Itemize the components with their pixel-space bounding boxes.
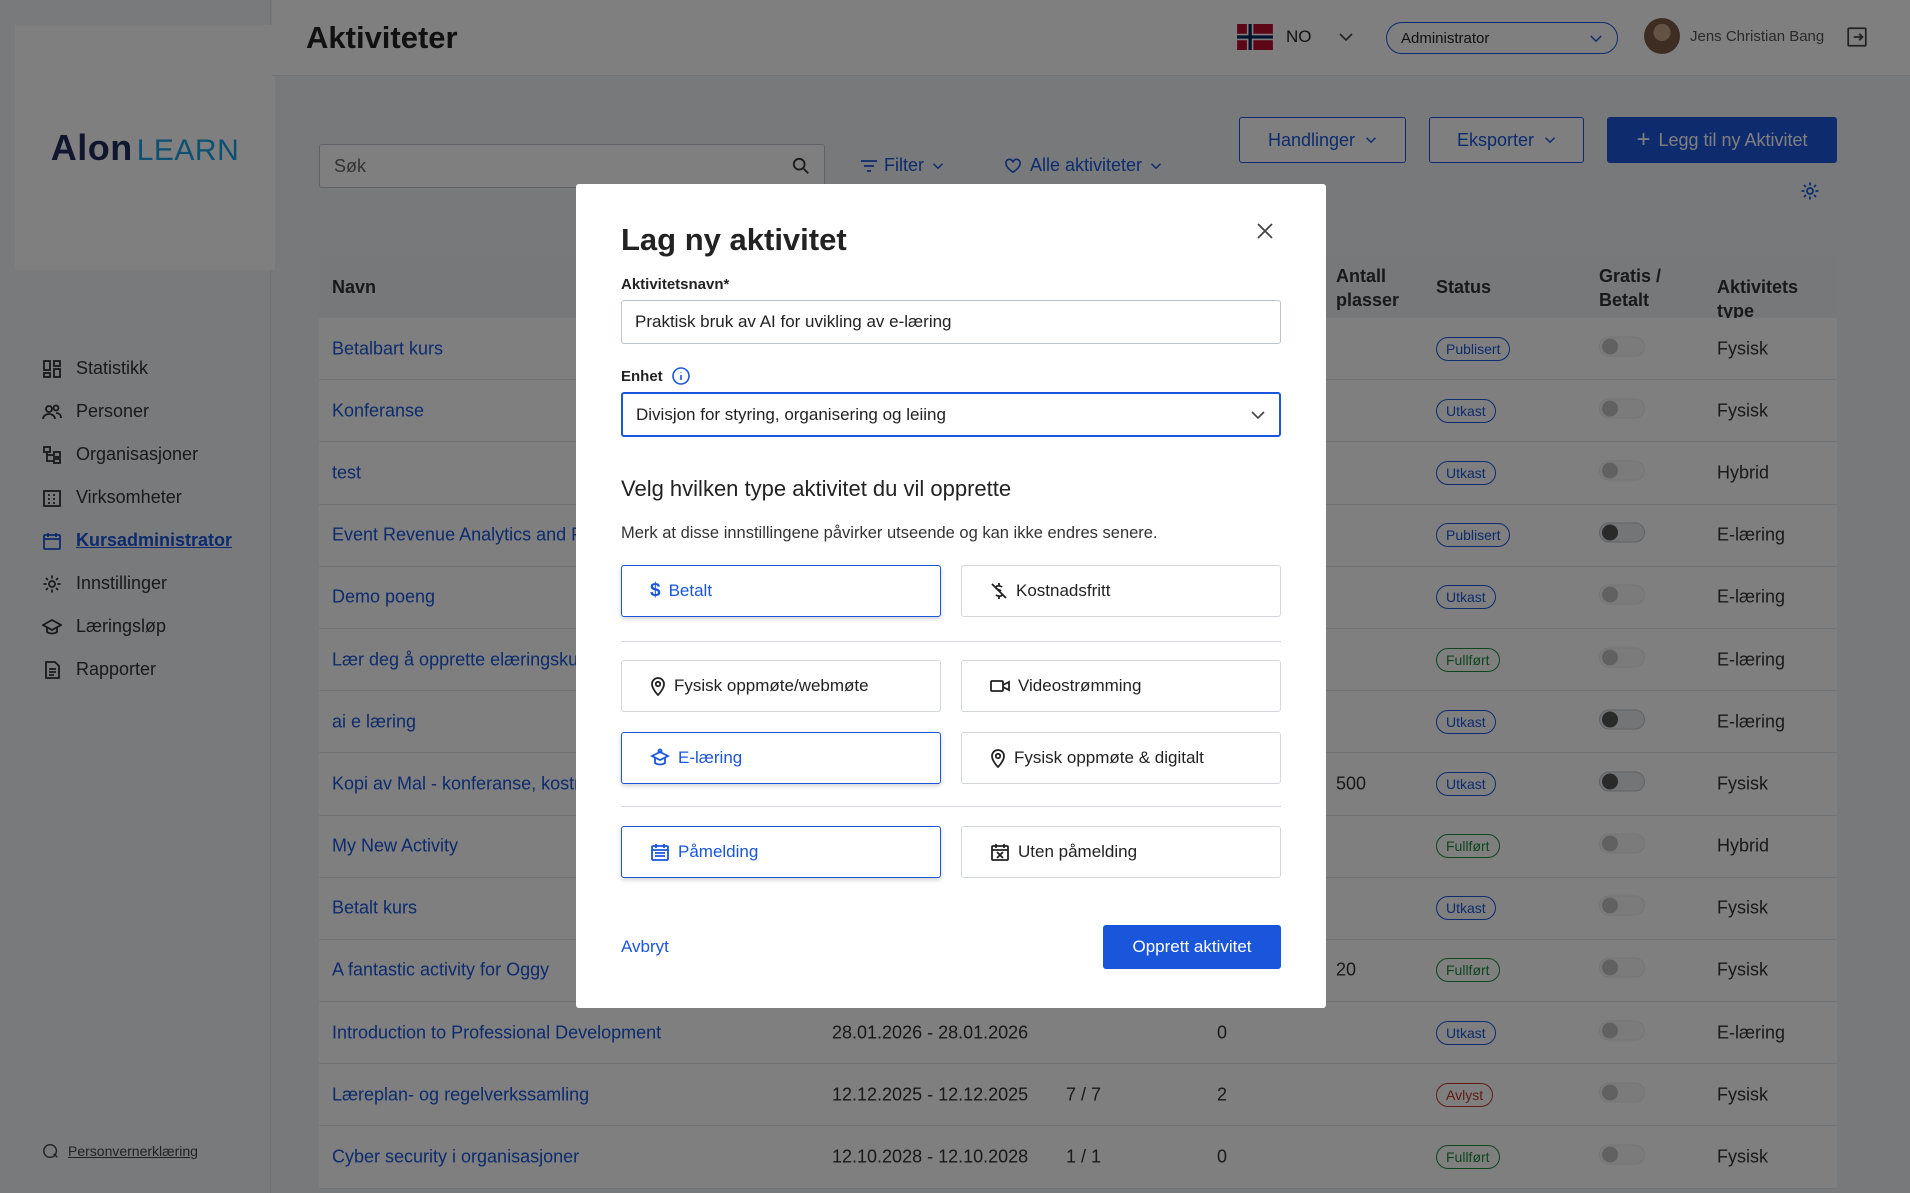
option-physical-web-label: Fysisk oppmøte/webmøte — [674, 676, 869, 695]
option-video-label: Videostrømming — [1018, 676, 1142, 695]
option-paid-label: Betalt — [668, 581, 713, 600]
option-no-registration[interactable]: Uten påmelding — [961, 826, 1281, 878]
option-physical-web[interactable]: Fysisk oppmøte/webmøte — [621, 660, 941, 712]
divider — [621, 806, 1281, 807]
option-elearning-label: E-læring — [678, 748, 743, 767]
location-pin-icon — [991, 749, 1005, 768]
elearning-icon — [650, 748, 670, 766]
unit-select[interactable]: Divisjon for styring, organisering og le… — [621, 392, 1281, 437]
option-elearning[interactable]: E-læring — [621, 732, 941, 784]
unit-label-text: Enhet — [621, 367, 663, 385]
calendar-icon — [651, 844, 669, 861]
option-no-registration-label: Uten påmelding — [1018, 842, 1138, 861]
unit-select-value: Divisjon for styring, organisering og le… — [636, 404, 946, 424]
option-registration[interactable]: Påmelding — [621, 826, 941, 878]
no-dollar-icon — [991, 583, 1007, 599]
create-activity-modal: Lag ny aktivitet Aktivitetsnavn* Praktis… — [576, 184, 1326, 1008]
chevron-down-icon — [1251, 410, 1265, 419]
dollar-icon: $ — [650, 580, 661, 601]
option-physical-digital-label: Fysisk oppmøte & digitalt — [1014, 748, 1204, 767]
unit-label: Enhet — [621, 366, 691, 386]
option-video[interactable]: Videostrømming — [961, 660, 1281, 712]
cancel-button[interactable]: Avbryt — [621, 937, 669, 957]
option-free-label: Kostnadsfritt — [1016, 581, 1111, 600]
close-icon[interactable] — [1256, 222, 1274, 240]
info-icon[interactable] — [671, 366, 691, 386]
modal-title: Lag ny aktivitet — [621, 222, 847, 257]
option-free[interactable]: Kostnadsfritt — [961, 565, 1281, 617]
calendar-x-icon — [991, 844, 1009, 861]
video-camera-icon — [990, 680, 1010, 692]
divider — [621, 641, 1281, 642]
type-heading: Velg hvilken type aktivitet du vil oppre… — [621, 476, 1012, 501]
activity-name-input[interactable]: Praktisk bruk av AI for uvikling av e-læ… — [621, 300, 1281, 344]
type-note: Merk at disse innstillingene påvirker ut… — [621, 524, 1158, 542]
create-activity-button[interactable]: Opprett aktivitet — [1103, 925, 1281, 969]
location-pin-icon — [651, 677, 665, 696]
option-registration-label: Påmelding — [678, 842, 759, 861]
option-physical-digital[interactable]: Fysisk oppmøte & digitalt — [961, 732, 1281, 784]
option-paid[interactable]: $ Betalt — [621, 565, 941, 617]
activity-name-label: Aktivitetsnavn* — [621, 276, 730, 293]
